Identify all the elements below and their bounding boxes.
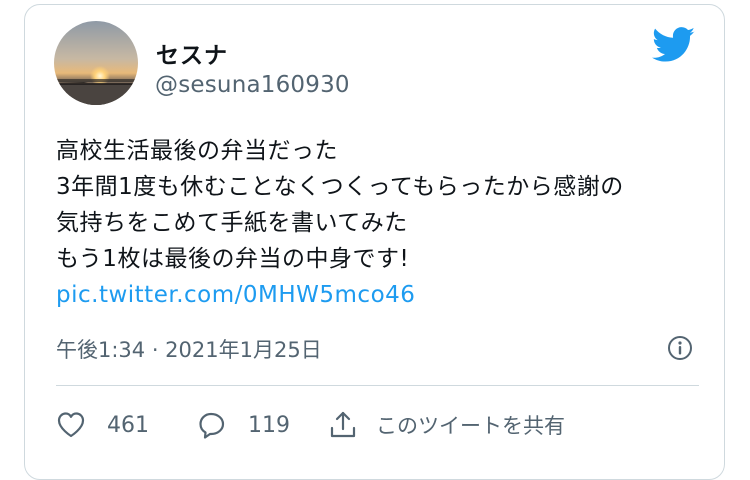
tweet-timestamp[interactable]: 午後1:34 · 2021年1月25日 (56, 334, 322, 364)
tweet-line: 3年間1度も休むことなくつくってもらったから感謝の (56, 174, 624, 200)
heart-icon (57, 412, 85, 438)
twitter-bird-icon[interactable] (652, 27, 696, 63)
reply-count: 119 (248, 412, 290, 438)
action-bar: 461 119 このツイートを共有 (56, 405, 565, 445)
tweet-body: 高校生活最後の弁当だった 3年間1度も休むことなくつくってもらったから感謝の 気… (56, 133, 624, 313)
avatar[interactable] (54, 21, 138, 105)
tweet-card: セスナ @sesuna160930 高校生活最後の弁当だった 3年間1度も休むこ… (24, 4, 725, 480)
like-button[interactable]: 461 (56, 410, 149, 440)
share-upload-icon (330, 411, 356, 438)
tweet-line: 気持ちをこめて手紙を書いてみた (56, 210, 408, 236)
like-count: 461 (107, 412, 149, 438)
share-button[interactable]: このツイートを共有 (328, 410, 565, 440)
divider (56, 385, 699, 386)
tweet-line: 高校生活最後の弁当だった (56, 138, 338, 164)
media-link[interactable]: pic.twitter.com/0MHW5mco46 (56, 282, 415, 308)
speech-bubble-icon (199, 412, 225, 439)
tweet-line: もう1枚は最後の弁当の中身です! (56, 246, 410, 272)
reply-button[interactable]: 119 (197, 410, 290, 440)
display-name[interactable]: セスナ (156, 36, 228, 70)
info-icon[interactable] (667, 335, 693, 361)
share-label: このツイートを共有 (376, 414, 565, 438)
user-handle[interactable]: @sesuna160930 (155, 72, 350, 98)
